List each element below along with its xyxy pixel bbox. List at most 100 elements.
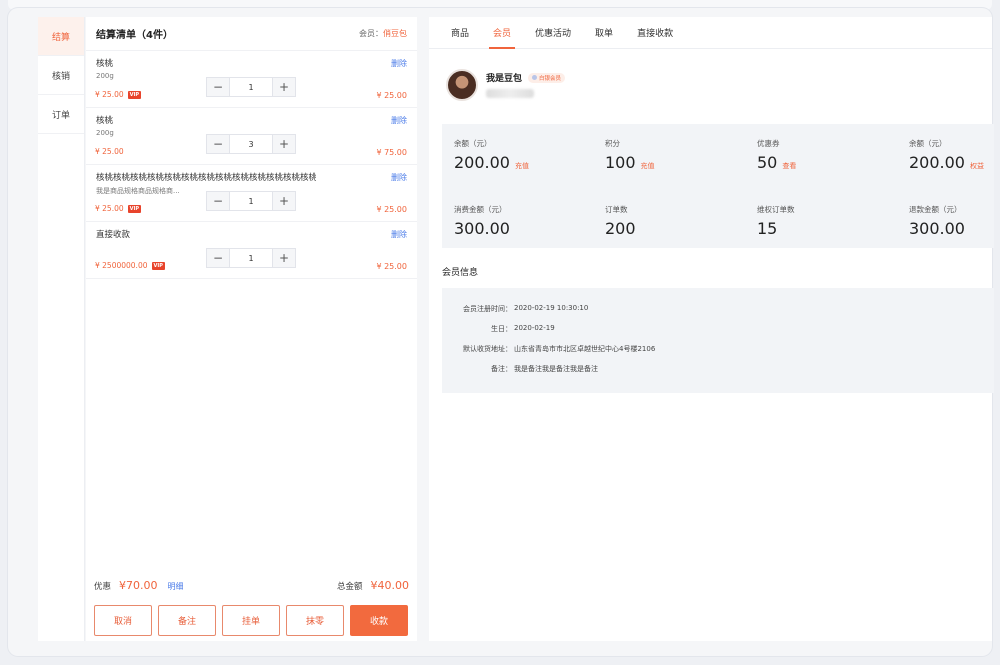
stat-balance-2: 余额（元） 200.00 权益: [909, 138, 1000, 172]
rights-link[interactable]: 权益: [970, 161, 984, 171]
info-row: 默认收货地址： 山东省青岛市市北区卓越世纪中心4号楼2106: [442, 344, 994, 364]
info-key: 备注：: [491, 365, 512, 373]
quantity-stepper: − 3 +: [206, 134, 296, 154]
stat-value: 50: [757, 153, 778, 172]
item-subtotal: ¥ 25.00: [376, 91, 407, 100]
level-icon: [532, 75, 538, 80]
stat-label: 订单数: [605, 205, 628, 214]
item-name: 核桃: [96, 59, 114, 69]
item-subtotal: ¥ 75.00: [376, 148, 407, 157]
info-value: 2020-02-19 10:30:10: [514, 304, 589, 312]
quantity-value[interactable]: 1: [229, 192, 273, 210]
tab-promotions[interactable]: 优惠活动: [523, 17, 583, 48]
decrease-button[interactable]: −: [207, 192, 229, 210]
tab-member[interactable]: 会员: [481, 17, 523, 49]
increase-button[interactable]: +: [273, 78, 295, 96]
delete-link[interactable]: 删除: [391, 115, 407, 126]
item-subtotal: ¥ 25.00: [376, 262, 407, 271]
info-value: 2020-02-19: [514, 324, 555, 332]
quantity-value[interactable]: 1: [229, 78, 273, 96]
stat-disputes: 维权订单数 15: [757, 204, 897, 238]
decrease-button[interactable]: −: [207, 249, 229, 267]
stat-value-row: 200.00 充值: [454, 153, 594, 172]
increase-button[interactable]: +: [273, 249, 295, 267]
discount-label: 优惠: [94, 582, 112, 592]
tab-pickup-order[interactable]: 取单: [583, 17, 625, 48]
item-name: 核桃: [96, 116, 114, 126]
item-spec: 我是商品规格商品规格商...: [96, 187, 180, 195]
checkout-header: 结算清单（4件） 会员：俏豆包: [86, 17, 417, 51]
cart-item: 核桃 200g ¥ 25.00 − 3 + 删除 ¥ 75.00: [86, 108, 417, 165]
hold-order-button[interactable]: 挂单: [222, 605, 280, 636]
member-level-badge: 白银会员: [528, 72, 566, 83]
quantity-value[interactable]: 1: [229, 249, 273, 267]
item-subtotal: ¥ 25.00: [376, 205, 407, 214]
checkout-title: 结算清单（4件）: [96, 30, 173, 41]
recharge-points-link[interactable]: 充值: [641, 161, 655, 171]
tab-products[interactable]: 商品: [439, 17, 481, 48]
stat-orders: 订单数 200: [605, 204, 745, 238]
stat-value-row: 300.00: [909, 219, 1000, 238]
stat-label: 优惠券: [757, 139, 780, 148]
quantity-stepper: − 1 +: [206, 248, 296, 268]
item-price-value: ¥ 25.00: [95, 204, 124, 213]
item-price: ¥ 2500000.00 VIP: [95, 261, 165, 270]
item-spec: 200g: [96, 129, 114, 137]
stat-label: 退款金额（元）: [909, 205, 962, 214]
info-row: 生日： 2020-02-19: [442, 324, 994, 344]
delete-link[interactable]: 删除: [391, 229, 407, 240]
total-value: ¥40.00: [370, 579, 410, 592]
info-value: 山东省青岛市市北区卓越世纪中心4号楼2106: [514, 345, 656, 353]
stat-value: 200.00: [909, 153, 965, 172]
quantity-stepper: − 1 +: [206, 191, 296, 211]
remark-button[interactable]: 备注: [158, 605, 216, 636]
vip-badge: VIP: [127, 90, 142, 99]
view-coupons-link[interactable]: 查看: [782, 161, 796, 171]
item-price-value: ¥ 2500000.00: [95, 261, 148, 270]
stat-label: 消费金额（元）: [454, 205, 507, 214]
discount-value: ¥70.00: [119, 579, 158, 592]
recharge-link[interactable]: 充值: [515, 161, 529, 171]
stat-value: 100: [605, 153, 636, 172]
increase-button[interactable]: +: [273, 135, 295, 153]
info-key: 默认收货地址：: [463, 345, 512, 353]
delete-link[interactable]: 删除: [391, 172, 407, 183]
item-price: ¥ 25.00 VIP: [95, 90, 142, 99]
round-off-button[interactable]: 抹零: [286, 605, 344, 636]
stat-value: 200: [605, 219, 636, 238]
member-name-link[interactable]: 俏豆包: [383, 29, 407, 38]
nav-item-orders[interactable]: 订单: [38, 95, 84, 134]
tab-direct-payment[interactable]: 直接收款: [625, 17, 685, 48]
checkout-member: 会员：俏豆包: [359, 28, 407, 39]
stat-value-row: 100 充值: [605, 153, 745, 172]
cancel-button[interactable]: 取消: [94, 605, 152, 636]
tab-bar: 商品 会员 优惠活动 取单 直接收款: [429, 17, 992, 49]
vip-badge: VIP: [127, 204, 142, 213]
stat-label: 余额（元）: [909, 139, 947, 148]
detail-link[interactable]: 明细: [168, 582, 184, 591]
blurred-phone: [486, 89, 534, 98]
item-price-value: ¥ 25.00: [95, 90, 124, 99]
decrease-button[interactable]: −: [207, 135, 229, 153]
nav-item-checkout[interactable]: 结算: [38, 17, 84, 56]
stat-value-row: 200.00 权益: [909, 153, 1000, 172]
profile-name-row: 我是豆包 白银会员: [486, 71, 566, 84]
stat-coupons: 优惠券 50 查看: [757, 138, 897, 172]
member-panel: 商品 会员 优惠活动 取单 直接收款 我是豆包 白银会员 余额（元） 200.0…: [429, 17, 994, 641]
info-key: 会员注册时间：: [463, 305, 512, 313]
vip-badge: VIP: [151, 261, 165, 270]
cart-item: 核桃 200g ¥ 25.00 VIP − 1 + 删除 ¥ 25.00: [86, 51, 417, 108]
member-profile: 我是豆包 白银会员: [446, 69, 566, 101]
info-key: 生日：: [491, 325, 512, 333]
collect-payment-button[interactable]: 收款: [350, 605, 408, 636]
stat-value-row: 15: [757, 219, 897, 238]
decrease-button[interactable]: −: [207, 78, 229, 96]
nav-item-verify[interactable]: 核销: [38, 56, 84, 95]
delete-link[interactable]: 删除: [391, 58, 407, 69]
increase-button[interactable]: +: [273, 192, 295, 210]
stat-value-row: 300.00: [454, 219, 594, 238]
stat-label: 积分: [605, 139, 620, 148]
member-info-title: 会员信息: [442, 268, 479, 278]
member-level: 白银会员: [539, 75, 562, 82]
quantity-value[interactable]: 3: [229, 135, 273, 153]
